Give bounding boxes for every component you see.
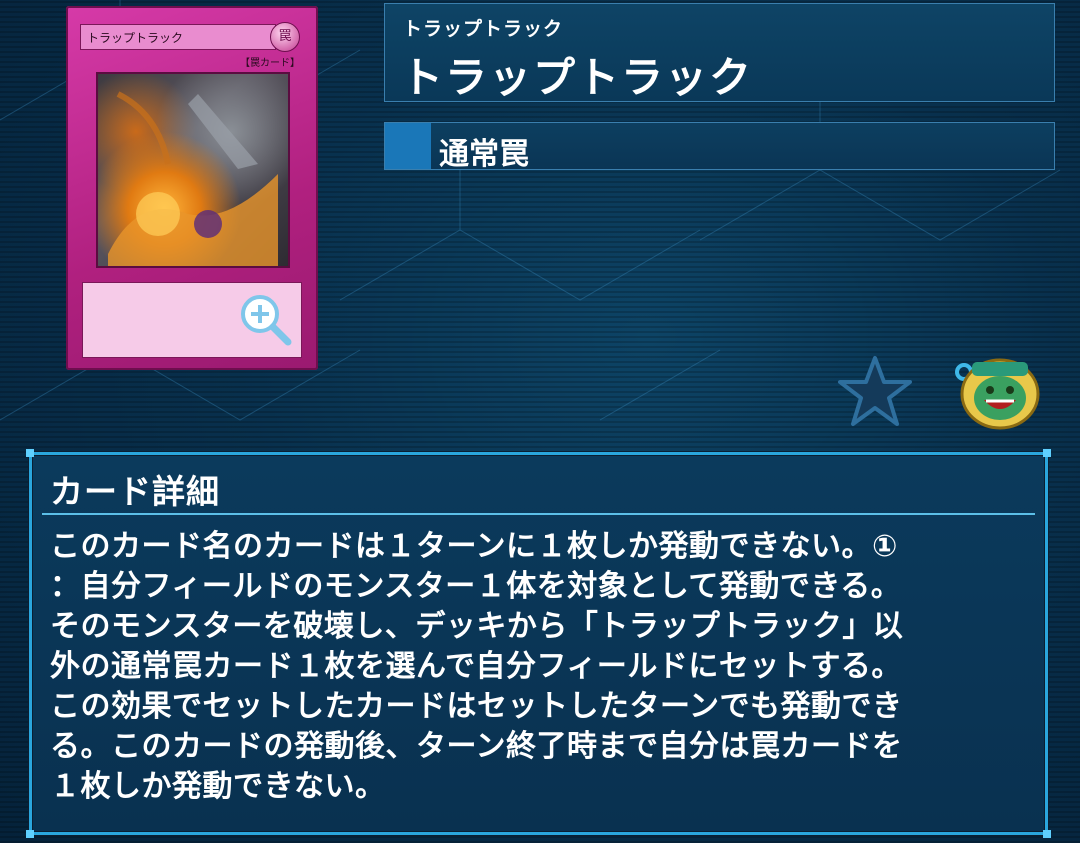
corner-ornament: [1043, 830, 1051, 838]
trap-attribute-icon: 罠: [270, 22, 300, 52]
card-detail-title: カード詳細: [50, 472, 220, 511]
card-name-panel: トラップトラック トラップトラック: [384, 3, 1055, 102]
pot-of-greed-icon[interactable]: [950, 354, 1044, 430]
corner-ornament: [1043, 449, 1051, 457]
corner-ornament: [26, 449, 34, 457]
type-color-swatch: [385, 123, 431, 169]
card-type-panel: 通常罠: [384, 122, 1055, 172]
card-detail-panel[interactable]: カード詳細 このカード名のカードは１ターンに１枚しか発動できない。① ：自分フィ…: [26, 449, 1051, 838]
card-name: トラップトラック: [401, 53, 754, 102]
star-icon[interactable]: [836, 354, 914, 428]
divider: [42, 513, 1035, 515]
card-name-strip: トラップトラック: [80, 24, 276, 50]
card-type-line: 【罠カード】: [240, 58, 300, 69]
card-effect-text: このカード名のカードは１ターンに１枚しか発動できない。① ：自分フィールドのモン…: [50, 529, 904, 804]
card-artwork: [96, 72, 290, 268]
artwork-scene: [108, 91, 278, 266]
magnifier-plus-icon[interactable]: [236, 290, 296, 350]
card-type-label: 通常罠: [439, 137, 529, 172]
corner-ornament: [26, 830, 34, 838]
card-name-ruby: トラップトラック: [403, 18, 564, 40]
